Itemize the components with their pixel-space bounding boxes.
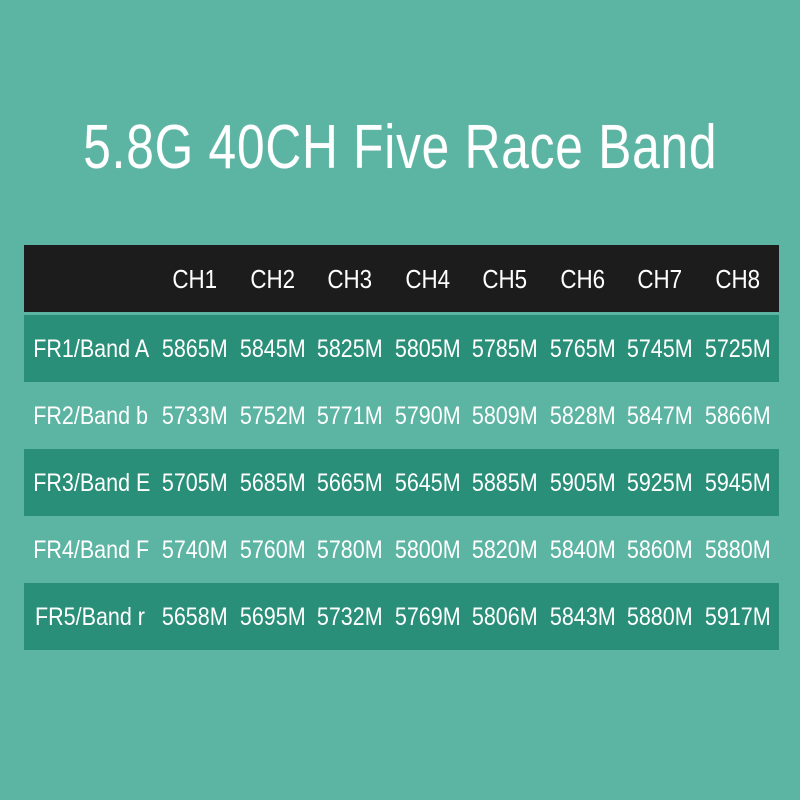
cell-fr1-ch3: 5825M <box>316 334 383 363</box>
cell-fr4-ch2: 5760M <box>239 535 306 564</box>
cell-fr3-ch8: 5945M <box>704 468 771 497</box>
title-container: 5.8G 40CH Five Race Band <box>0 112 800 184</box>
cell-fr1-ch7: 5745M <box>626 334 693 363</box>
cell-fr5-ch5: 5806M <box>471 602 538 631</box>
table-header-row: CH1 CH2 CH3 CH4 CH5 CH6 CH7 CH8 <box>24 245 779 312</box>
cell-fr2-ch5: 5809M <box>471 401 538 430</box>
frequency-table: CH1 CH2 CH3 CH4 CH5 CH6 CH7 CH8 FR1/Band… <box>24 245 779 650</box>
page-root: 5.8G 40CH Five Race Band CH1 CH2 CH3 CH4… <box>0 0 800 800</box>
cell-fr1-ch4: 5805M <box>394 334 461 363</box>
cell-fr4-ch3: 5780M <box>316 535 383 564</box>
table-row: FR2/Band b 5733M 5752M 5771M 5790M 5809M… <box>24 382 779 449</box>
cell-fr5-ch6: 5843M <box>549 602 616 631</box>
column-header-ch1: CH1 <box>172 263 218 294</box>
cell-fr1-ch2: 5845M <box>239 334 306 363</box>
column-header-ch7: CH7 <box>637 263 683 294</box>
cell-fr2-ch7: 5847M <box>626 401 693 430</box>
column-header-ch4: CH4 <box>404 263 450 294</box>
cell-fr5-ch4: 5769M <box>394 602 461 631</box>
row-band-label: FR3/Band E <box>33 468 151 497</box>
page-title: 5.8G 40CH Five Race Band <box>83 113 717 182</box>
row-band-label: FR5/Band r <box>35 602 145 631</box>
column-header-ch8: CH8 <box>714 263 760 294</box>
cell-fr3-ch2: 5685M <box>239 468 306 497</box>
cell-fr5-ch8: 5917M <box>704 602 771 631</box>
cell-fr3-ch1: 5705M <box>161 468 228 497</box>
cell-fr5-ch3: 5732M <box>316 602 383 631</box>
cell-fr2-ch4: 5790M <box>394 401 461 430</box>
column-header-ch5: CH5 <box>482 263 528 294</box>
row-band-label: FR4/Band F <box>33 535 150 564</box>
column-header-ch3: CH3 <box>327 263 373 294</box>
cell-fr5-ch1: 5658M <box>161 602 228 631</box>
cell-fr1-ch6: 5765M <box>549 334 616 363</box>
cell-fr4-ch8: 5880M <box>704 535 771 564</box>
cell-fr3-ch3: 5665M <box>316 468 383 497</box>
column-header-ch2: CH2 <box>249 263 295 294</box>
table-row: FR1/Band A 5865M 5845M 5825M 5805M 5785M… <box>24 315 779 382</box>
column-header-ch6: CH6 <box>559 263 605 294</box>
cell-fr4-ch7: 5860M <box>626 535 693 564</box>
cell-fr2-ch8: 5866M <box>704 401 771 430</box>
cell-fr1-ch5: 5785M <box>471 334 538 363</box>
cell-fr5-ch7: 5880M <box>626 602 693 631</box>
row-band-label: FR1/Band A <box>33 334 150 363</box>
row-band-label: FR2/Band b <box>33 401 148 430</box>
cell-fr1-ch8: 5725M <box>704 334 771 363</box>
cell-fr4-ch6: 5840M <box>549 535 616 564</box>
cell-fr4-ch4: 5800M <box>394 535 461 564</box>
table-row: FR4/Band F 5740M 5760M 5780M 5800M 5820M… <box>24 516 779 583</box>
cell-fr3-ch6: 5905M <box>549 468 616 497</box>
cell-fr2-ch3: 5771M <box>316 401 383 430</box>
cell-fr3-ch4: 5645M <box>394 468 461 497</box>
cell-fr1-ch1: 5865M <box>161 334 228 363</box>
cell-fr2-ch1: 5733M <box>161 401 228 430</box>
cell-fr4-ch1: 5740M <box>161 535 228 564</box>
cell-fr3-ch7: 5925M <box>626 468 693 497</box>
cell-fr2-ch6: 5828M <box>549 401 616 430</box>
cell-fr4-ch5: 5820M <box>471 535 538 564</box>
table-row: FR3/Band E 5705M 5685M 5665M 5645M 5885M… <box>24 449 779 516</box>
cell-fr3-ch5: 5885M <box>471 468 538 497</box>
cell-fr2-ch2: 5752M <box>239 401 306 430</box>
table-row: FR5/Band r 5658M 5695M 5732M 5769M 5806M… <box>24 583 779 650</box>
cell-fr5-ch2: 5695M <box>239 602 306 631</box>
